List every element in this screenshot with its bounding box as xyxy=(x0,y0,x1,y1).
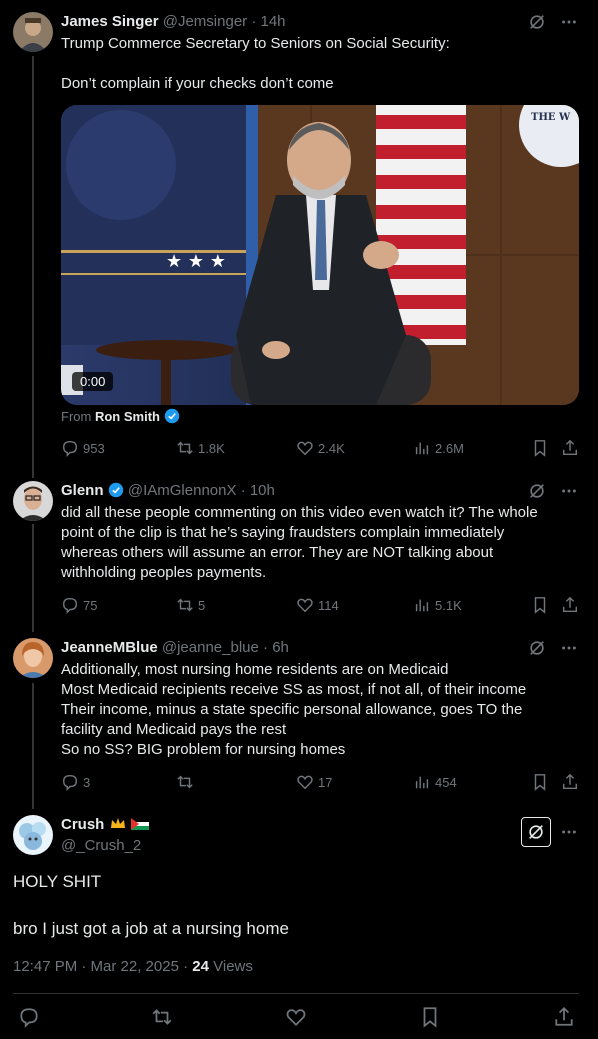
grok-icon xyxy=(529,825,543,839)
grok-button[interactable] xyxy=(521,817,551,847)
like-button[interactable]: 2.4K xyxy=(296,438,345,458)
tweet-actions: 75 5 114 5.1K xyxy=(61,595,579,615)
views-button[interactable]: 5.1K xyxy=(413,595,462,615)
like-icon xyxy=(297,441,313,456)
share-icon xyxy=(562,773,578,790)
views-icon xyxy=(415,776,429,789)
share-icon xyxy=(562,596,578,613)
reply-icon xyxy=(62,774,78,791)
reply-button[interactable]: 953 xyxy=(61,438,105,458)
tweet-timestamp[interactable]: 12:47 PM · Mar 22, 2025 · xyxy=(13,958,188,975)
share-button[interactable] xyxy=(561,772,579,792)
bookmark-button[interactable] xyxy=(531,772,549,792)
user-handle[interactable]: @_Crush_2 xyxy=(61,836,141,856)
main-tweet-line: HOLY SHIT xyxy=(13,872,102,891)
more-icon[interactable] xyxy=(560,639,578,657)
views-icon xyxy=(415,599,429,612)
repost-button[interactable] xyxy=(176,772,198,792)
palestine-flag-icon xyxy=(130,818,149,830)
tweet-top-icons xyxy=(528,12,578,32)
user-handle[interactable]: @IAmGlennonX xyxy=(128,482,237,499)
like-button[interactable]: 17 xyxy=(296,772,332,792)
avatar[interactable] xyxy=(13,815,53,855)
main-tweet-actions xyxy=(0,1004,598,1032)
share-icon xyxy=(562,439,578,456)
like-button[interactable]: 114 xyxy=(296,595,339,615)
bookmark-icon xyxy=(534,440,546,457)
display-name[interactable]: Crush xyxy=(61,816,104,833)
tweet-time[interactable]: 10h xyxy=(250,482,275,499)
repost-icon xyxy=(177,441,193,455)
video-timecode: 0:00 xyxy=(72,372,114,391)
bookmark-icon xyxy=(534,597,546,614)
reply-icon xyxy=(62,597,78,614)
reply-icon xyxy=(62,440,78,457)
reply-button[interactable]: 75 xyxy=(61,595,97,615)
bookmark-icon[interactable] xyxy=(419,1006,441,1028)
display-name[interactable]: James Singer xyxy=(61,13,159,30)
share-button[interactable] xyxy=(561,595,579,615)
video-attribution: From Ron Smith xyxy=(61,408,180,424)
tweet-header: JeanneMBlue @jeanne_blue · 6h xyxy=(61,639,289,656)
repost-icon[interactable] xyxy=(151,1006,173,1028)
views-count: 24 xyxy=(192,958,209,975)
tweet-actions: 953 1.8K 2.4K 2.6M xyxy=(61,438,579,458)
svg-text:THE W: THE W xyxy=(531,112,571,123)
user-handle[interactable]: @jeanne_blue xyxy=(162,639,259,656)
verified-badge-icon xyxy=(164,408,179,424)
share-icon[interactable] xyxy=(553,1006,575,1028)
like-icon xyxy=(297,598,313,613)
reply-button[interactable]: 3 xyxy=(61,772,90,792)
attribution-name[interactable]: Ron Smith xyxy=(95,409,160,424)
display-name[interactable]: JeanneMBlue xyxy=(61,639,158,656)
tweet-top-icons xyxy=(528,481,578,501)
views-button[interactable]: 2.6M xyxy=(413,438,464,458)
video-player[interactable]: ★ ★ ★ THE W xyxy=(61,105,579,405)
tweet-time[interactable]: 14h xyxy=(261,13,286,30)
more-icon[interactable] xyxy=(560,482,578,500)
tweet-header: James Singer @Jemsinger · 14h xyxy=(61,13,286,30)
repost-icon xyxy=(177,775,193,789)
share-button[interactable] xyxy=(561,438,579,458)
avatar[interactable] xyxy=(13,638,53,678)
like-icon[interactable] xyxy=(285,1006,307,1028)
more-icon[interactable] xyxy=(560,823,578,841)
tweet-meta: 12:47 PM · Mar 22, 2025 · 24 Views xyxy=(13,958,253,975)
svg-text:★ ★ ★: ★ ★ ★ xyxy=(166,251,226,272)
reply-icon[interactable] xyxy=(18,1006,40,1028)
tweet-header: Glenn @IAmGlennonX · 10h xyxy=(61,482,275,499)
views-button[interactable]: 454 xyxy=(413,772,457,792)
tweet-top-icons xyxy=(528,638,578,658)
repost-button[interactable]: 5 xyxy=(176,595,205,615)
avatar[interactable] xyxy=(13,12,53,52)
display-name[interactable]: Glenn xyxy=(61,482,104,499)
bookmark-button[interactable] xyxy=(531,438,549,458)
like-icon xyxy=(297,775,313,790)
views-icon xyxy=(415,442,429,455)
main-tweet-line: bro I just got a job at a nursing home xyxy=(13,919,289,938)
tweet-text: Additionally, most nursing home resident… xyxy=(61,661,527,758)
bookmark-icon xyxy=(534,774,546,791)
grok-icon[interactable] xyxy=(528,482,546,500)
tweet-actions: 3 17 454 xyxy=(61,772,579,792)
avatar[interactable] xyxy=(13,481,53,521)
tweet-text: did all these people commenting on this … xyxy=(61,504,538,581)
user-handle[interactable]: @Jemsinger xyxy=(163,13,247,30)
crown-icon xyxy=(110,818,125,828)
repost-button[interactable]: 1.8K xyxy=(176,438,225,458)
grok-icon[interactable] xyxy=(528,13,546,31)
tweet-header: Crush xyxy=(61,815,149,835)
divider xyxy=(13,993,579,994)
views-label: Views xyxy=(213,958,253,975)
grok-icon[interactable] xyxy=(528,639,546,657)
tweet-time[interactable]: 6h xyxy=(272,639,289,656)
more-icon[interactable] xyxy=(560,13,578,31)
verified-badge-icon xyxy=(108,482,123,498)
bookmark-button[interactable] xyxy=(531,595,549,615)
tweet-text: Trump Commerce Secretary to Seniors on S… xyxy=(61,35,450,92)
repost-icon xyxy=(177,598,193,612)
